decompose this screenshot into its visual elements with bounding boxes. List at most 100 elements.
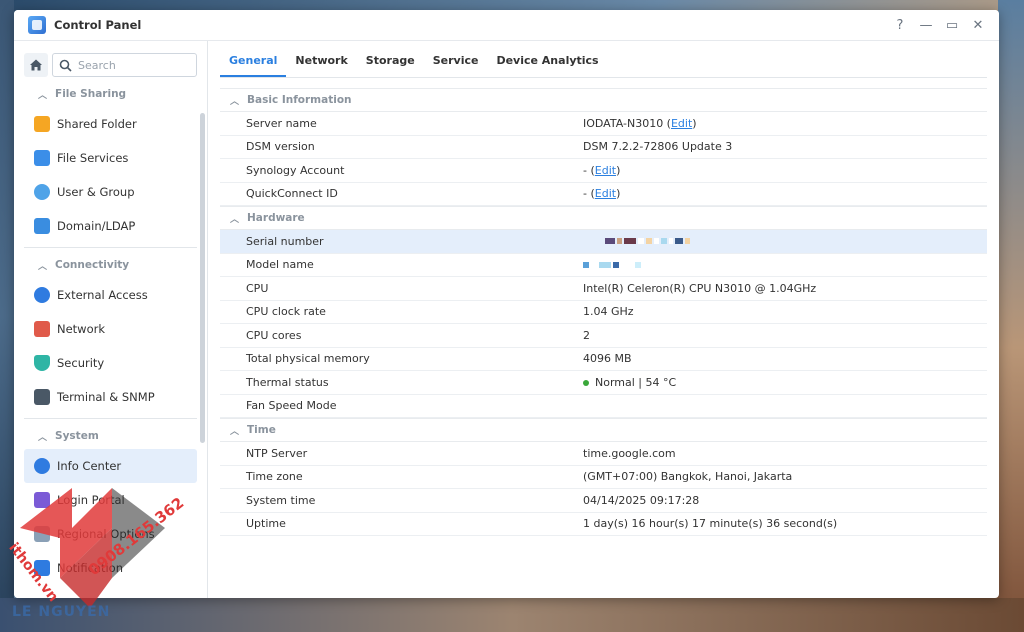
regional-options-icon (34, 526, 50, 542)
row-value: (GMT+07:00) Bangkok, Hanoi, Jakarta (583, 470, 793, 484)
sidebar-item-info-center[interactable]: Info Center (24, 449, 197, 483)
tab-bar: General Network Storage Service Device A… (220, 41, 987, 78)
sidebar-item-network[interactable]: Network (24, 312, 197, 346)
row-value: DSM 7.2.2-72806 Update 3 (583, 140, 733, 154)
minimize-icon[interactable]: — (913, 13, 939, 37)
thermal-status-value: Normal | 54 °C (583, 376, 676, 389)
row-value: - (Edit) (583, 187, 621, 201)
sidebar-item-label: Info Center (57, 459, 122, 473)
row-label: Serial number (246, 234, 324, 248)
section-label: Connectivity (55, 259, 130, 271)
row-label: Server name (246, 116, 317, 130)
sidebar-item-external-access[interactable]: External Access (24, 278, 197, 312)
redacted-serial-value (605, 238, 690, 245)
section-file-sharing[interactable]: ︿ File Sharing (24, 81, 207, 107)
home-button[interactable] (24, 53, 48, 77)
shield-icon (34, 355, 50, 371)
tab-service[interactable]: Service (424, 54, 488, 77)
row-value: 04/14/2025 09:17:28 (583, 493, 700, 507)
row-system-time: System time 04/14/2025 09:17:28 (220, 489, 987, 513)
folder-icon (34, 116, 50, 132)
sidebar-item-label: Shared Folder (57, 117, 137, 131)
help-icon[interactable]: ? (887, 13, 913, 37)
sidebar-item-label: Security (57, 356, 105, 370)
sidebar-scrollbar[interactable] (200, 113, 205, 443)
tab-general[interactable]: General (220, 54, 287, 77)
sidebar-item-security[interactable]: Security (24, 346, 197, 380)
file-services-icon (34, 150, 50, 166)
row-server-name: Server name IODATA-N3010 (Edit) (220, 112, 987, 136)
section-label: System (55, 430, 99, 442)
title-bar: Control Panel ? — ▭ ✕ (14, 10, 999, 41)
sidebar-item-label: Login Portal (57, 493, 125, 507)
chevron-up-icon: ︿ (230, 214, 240, 225)
desktop-background-left (0, 0, 14, 632)
edit-synology-account-link[interactable]: Edit (595, 164, 616, 177)
window-controls: ? — ▭ ✕ (887, 13, 999, 37)
row-time-zone: Time zone (GMT+07:00) Bangkok, Hanoi, Ja… (220, 466, 987, 489)
chevron-up-icon: ︿ (38, 432, 48, 443)
group-hardware[interactable]: ︿ Hardware (220, 206, 987, 230)
section-system[interactable]: ︿ System (24, 423, 207, 449)
row-cpu: CPU Intel(R) Celeron(R) CPU N3010 @ 1.04… (220, 277, 987, 301)
row-value: 1.04 GHz (583, 305, 634, 319)
row-quickconnect-id: QuickConnect ID - (Edit) (220, 183, 987, 206)
row-label: CPU clock rate (246, 305, 326, 319)
sidebar-item-domain-ldap[interactable]: Domain/LDAP (24, 209, 197, 243)
row-label: Uptime (246, 517, 286, 531)
external-access-icon (34, 287, 50, 303)
row-label: NTP Server (246, 446, 308, 460)
row-cpu-clock-rate: CPU clock rate 1.04 GHz (220, 301, 987, 324)
status-ok-dot-icon (583, 379, 589, 386)
sidebar-divider (24, 418, 197, 419)
section-connectivity[interactable]: ︿ Connectivity (24, 252, 207, 278)
sidebar-item-label: File Services (57, 151, 129, 165)
row-value: time.google.com (583, 446, 676, 460)
window-title: Control Panel (54, 18, 142, 32)
control-panel-app-icon (28, 16, 46, 34)
row-label: Time zone (246, 470, 303, 484)
redacted-model-value (583, 261, 641, 268)
maximize-icon[interactable]: ▭ (939, 13, 965, 37)
sidebar-divider (24, 247, 197, 248)
chevron-up-icon: ︿ (38, 90, 48, 101)
search-input[interactable] (78, 58, 188, 72)
group-title: Time (247, 424, 276, 436)
sidebar-item-shared-folder[interactable]: Shared Folder (24, 107, 197, 141)
sidebar-item-label: External Access (57, 288, 148, 302)
sidebar-item-file-services[interactable]: File Services (24, 141, 197, 175)
general-content: ︿ Basic Information Server name IODATA-N… (220, 88, 987, 536)
sidebar-item-user-group[interactable]: User & Group (24, 175, 197, 209)
tab-storage[interactable]: Storage (357, 54, 424, 77)
info-icon (34, 458, 50, 474)
close-icon[interactable]: ✕ (965, 13, 991, 37)
row-value: 1 day(s) 16 hour(s) 17 minute(s) 36 seco… (583, 517, 838, 531)
section-label: File Sharing (55, 88, 127, 100)
row-value: 4096 MB (583, 352, 632, 366)
group-time[interactable]: ︿ Time (220, 418, 987, 442)
sidebar-item-terminal-snmp[interactable]: Terminal & SNMP (24, 380, 197, 414)
row-model-name: Model name (220, 254, 987, 277)
row-value: IODATA-N3010 (Edit) (583, 116, 697, 130)
row-uptime: Uptime 1 day(s) 16 hour(s) 17 minute(s) … (220, 513, 987, 536)
row-label: Synology Account (246, 163, 345, 177)
row-ntp-server: NTP Server time.google.com (220, 442, 987, 466)
search-icon (59, 59, 72, 72)
edit-quickconnect-link[interactable]: Edit (595, 187, 616, 200)
row-label: CPU (246, 281, 269, 295)
network-house-icon (34, 321, 50, 337)
search-box[interactable] (52, 53, 197, 77)
chevron-up-icon: ︿ (230, 96, 240, 107)
group-basic-information[interactable]: ︿ Basic Information (220, 88, 987, 112)
tab-device-analytics[interactable]: Device Analytics (487, 54, 607, 77)
row-value: - (Edit) (583, 163, 621, 177)
main-panel: General Network Storage Service Device A… (208, 41, 999, 598)
tab-network[interactable]: Network (286, 54, 356, 77)
terminal-icon (34, 389, 50, 405)
login-portal-icon (34, 492, 50, 508)
chevron-up-icon: ︿ (230, 426, 240, 437)
id-card-icon (34, 218, 50, 234)
row-value: 2 (583, 328, 590, 342)
sidebar-item-label: Terminal & SNMP (57, 390, 155, 404)
edit-server-name-link[interactable]: Edit (671, 117, 692, 130)
